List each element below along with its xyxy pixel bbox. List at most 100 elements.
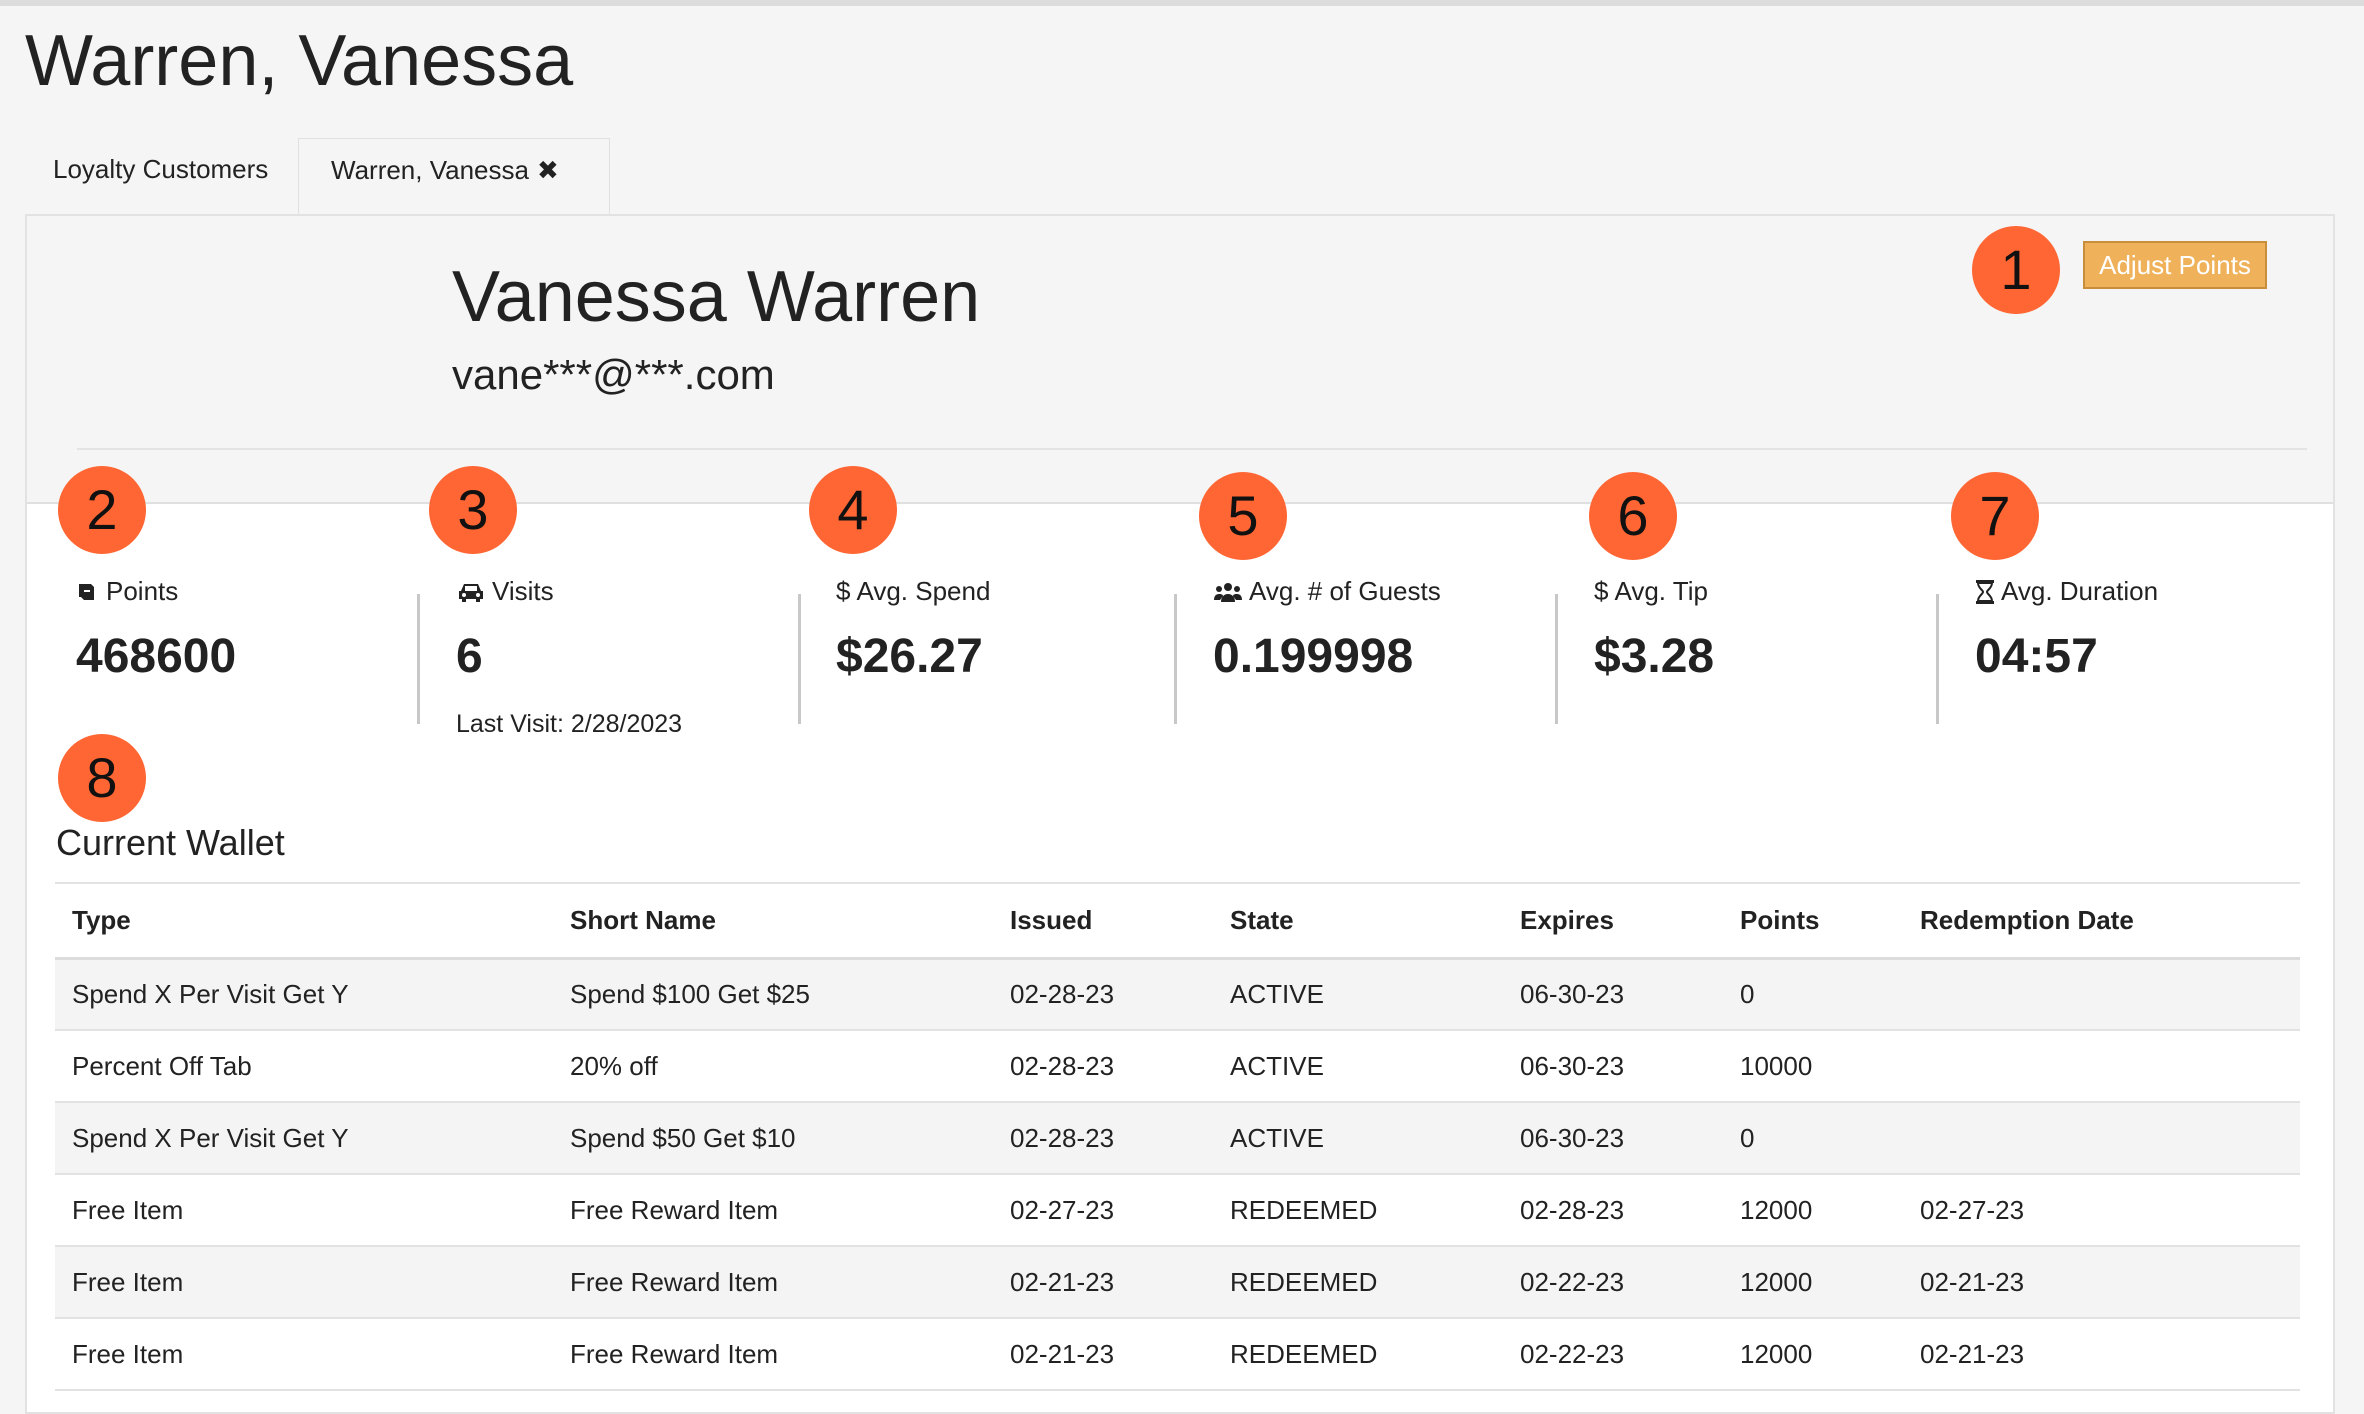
tab-label: Warren, Vanessa — [331, 155, 529, 185]
cell-short-name: Spend $100 Get $25 — [553, 958, 993, 1031]
cell-points: 10000 — [1723, 1030, 1903, 1103]
marker-badge: 3 — [429, 466, 517, 554]
table-row[interactable]: Free Item Free Reward Item 02-21-23 REDE… — [55, 1318, 2300, 1391]
divider — [77, 448, 2307, 450]
ticket-icon — [79, 583, 94, 600]
adjust-points-button[interactable]: Adjust Points — [2083, 241, 2267, 289]
tab-loyalty-customers[interactable]: Loyalty Customers — [53, 138, 268, 216]
cell-state: REDEEMED — [1213, 1174, 1503, 1247]
cell-expires: 06-30-23 — [1503, 1030, 1723, 1103]
stat-label: Points — [106, 576, 179, 606]
stat-separator — [798, 594, 801, 724]
marker-badge: 6 — [1589, 472, 1677, 560]
table-row[interactable]: Spend X Per Visit Get Y Spend $50 Get $1… — [55, 1102, 2300, 1175]
close-icon[interactable]: ✖ — [537, 155, 559, 185]
cell-redemption-date: 02-27-23 — [1903, 1174, 2300, 1247]
cell-short-name: 20% off — [553, 1030, 993, 1103]
tab-customer[interactable]: Warren, Vanessa ✖ — [298, 138, 610, 216]
stat-value: $3.28 — [1594, 630, 1715, 683]
marker-badge: 7 — [1951, 472, 2039, 560]
stat-value: 468600 — [76, 630, 237, 683]
column-header[interactable]: Short Name — [553, 884, 993, 960]
table-row[interactable]: Percent Off Tab 20% off 02-28-23 ACTIVE … — [55, 1030, 2300, 1103]
cell-state: ACTIVE — [1213, 1030, 1503, 1103]
cell-points: 12000 — [1723, 1174, 1903, 1247]
stat-avg-guests: Avg. # of Guests 0.199998 — [1213, 576, 1441, 684]
column-header[interactable]: State — [1213, 884, 1503, 960]
page-title: Warren, Vanessa — [25, 21, 574, 101]
marker-badge: 1 — [1972, 226, 2060, 314]
stat-avg-duration: Avg. Duration 04:57 — [1975, 576, 2158, 684]
column-header[interactable]: Type — [55, 884, 553, 960]
cell-short-name: Free Reward Item — [553, 1174, 993, 1247]
stat-value: 0.199998 — [1213, 630, 1414, 683]
tab-label: Loyalty Customers — [53, 154, 269, 184]
cell-issued: 02-28-23 — [993, 958, 1213, 1031]
column-header[interactable]: Redemption Date — [1903, 884, 2300, 960]
stat-label-row: Avg. # of Guests — [1213, 576, 1441, 607]
cell-state: REDEEMED — [1213, 1318, 1503, 1391]
stat-label-row: $ Avg. Tip — [1594, 576, 1714, 607]
cell-points: 12000 — [1723, 1246, 1903, 1319]
last-visit: Last Visit: 2/28/2023 — [456, 710, 683, 738]
stat-separator — [1936, 594, 1939, 724]
cell-expires: 06-30-23 — [1503, 1102, 1723, 1175]
column-header[interactable]: Points — [1723, 884, 1903, 960]
stat-label: Avg. Duration — [2001, 576, 2159, 606]
table-row[interactable]: Free Item Free Reward Item 02-27-23 REDE… — [55, 1174, 2300, 1247]
stat-separator — [1555, 594, 1558, 724]
top-border — [0, 0, 2364, 6]
stat-value: $26.27 — [836, 630, 983, 683]
cell-type: Free Item — [55, 1246, 553, 1319]
customer-name: Vanessa Warren — [452, 257, 981, 337]
stat-value: 6 — [456, 630, 483, 683]
stat-label-row: Visits — [456, 576, 682, 607]
cell-redemption-date — [1903, 1102, 2300, 1175]
stat-points: Points 468600 — [76, 576, 236, 684]
stat-separator — [417, 594, 420, 724]
cell-points: 0 — [1723, 958, 1903, 1031]
users-icon — [1214, 582, 1242, 602]
stat-label-row: Avg. Duration — [1975, 576, 2158, 607]
stat-label: Avg. # of Guests — [1249, 576, 1441, 606]
marker-badge: 8 — [58, 734, 146, 822]
stat-label: Avg. Spend — [856, 576, 991, 606]
cell-redemption-date: 02-21-23 — [1903, 1246, 2300, 1319]
cell-type: Spend X Per Visit Get Y — [55, 958, 553, 1031]
cell-redemption-date: 02-21-23 — [1903, 1318, 2300, 1391]
cell-points: 12000 — [1723, 1318, 1903, 1391]
cell-type: Percent Off Tab — [55, 1030, 553, 1103]
stat-label-row: $ Avg. Spend — [836, 576, 990, 607]
cell-type: Spend X Per Visit Get Y — [55, 1102, 553, 1175]
stat-visits: Visits 6 Last Visit: 2/28/2023 — [456, 576, 682, 739]
stat-separator — [1174, 594, 1177, 724]
wallet-table: Type Short Name Issued State Expires Poi… — [55, 884, 2300, 1391]
table-header-row: Type Short Name Issued State Expires Poi… — [55, 884, 2300, 960]
wallet-title: Current Wallet — [56, 822, 285, 863]
cell-expires: 02-28-23 — [1503, 1174, 1723, 1247]
cell-state: ACTIVE — [1213, 958, 1503, 1031]
cell-short-name: Spend $50 Get $10 — [553, 1102, 993, 1175]
stat-avg-spend: $ Avg. Spend $26.27 — [836, 576, 990, 684]
cell-short-name: Free Reward Item — [553, 1318, 993, 1391]
cell-issued: 02-28-23 — [993, 1030, 1213, 1103]
cell-issued: 02-28-23 — [993, 1102, 1213, 1175]
customer-email: vane***@***.com — [452, 351, 775, 398]
cell-state: REDEEMED — [1213, 1246, 1503, 1319]
column-header[interactable]: Issued — [993, 884, 1213, 960]
column-header[interactable]: Expires — [1503, 884, 1723, 960]
stat-value: 04:57 — [1975, 630, 2098, 683]
cell-issued: 02-21-23 — [993, 1246, 1213, 1319]
stat-avg-tip: $ Avg. Tip $3.28 — [1594, 576, 1714, 684]
cell-redemption-date — [1903, 1030, 2300, 1103]
dollar-icon: $ — [1594, 576, 1609, 606]
table-row[interactable]: Spend X Per Visit Get Y Spend $100 Get $… — [55, 958, 2300, 1031]
cell-issued: 02-21-23 — [993, 1318, 1213, 1391]
cell-expires: 02-22-23 — [1503, 1246, 1723, 1319]
car-icon — [459, 583, 483, 602]
table-row[interactable]: Free Item Free Reward Item 02-21-23 REDE… — [55, 1246, 2300, 1319]
marker-badge: 4 — [809, 466, 897, 554]
stat-label: Avg. Tip — [1614, 576, 1708, 606]
cell-short-name: Free Reward Item — [553, 1246, 993, 1319]
hourglass-icon — [1976, 579, 1994, 604]
